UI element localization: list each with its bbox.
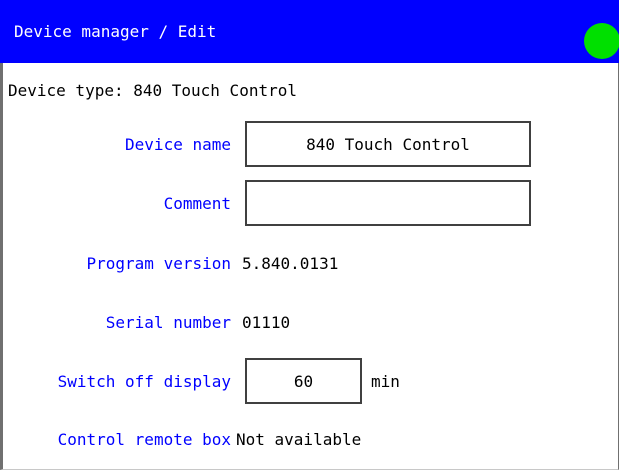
comment-field[interactable] [245, 180, 531, 226]
serial-number-value: 01110 [242, 313, 291, 332]
switch-off-display-label: Switch off display [57, 372, 231, 391]
window-title: Device manager / Edit [14, 22, 217, 41]
device-name-label: Device name [125, 135, 231, 154]
device-type-text: Device type: 840 Touch Control [8, 81, 297, 100]
program-version-value: 5.840.0131 [242, 254, 339, 273]
title-bar: Device manager / Edit [0, 0, 619, 63]
program-version-label: Program version [86, 254, 232, 273]
switch-off-display-field[interactable]: 60 [245, 358, 362, 404]
device-name-field[interactable]: 840 Touch Control [245, 121, 531, 167]
status-dot-icon [584, 23, 619, 59]
serial-number-label: Serial number [105, 313, 231, 332]
switch-off-display-unit: min [371, 372, 400, 391]
comment-label: Comment [163, 194, 231, 213]
control-remote-box-value: Not available [236, 430, 362, 449]
control-remote-box-label: Control remote box [57, 430, 231, 449]
